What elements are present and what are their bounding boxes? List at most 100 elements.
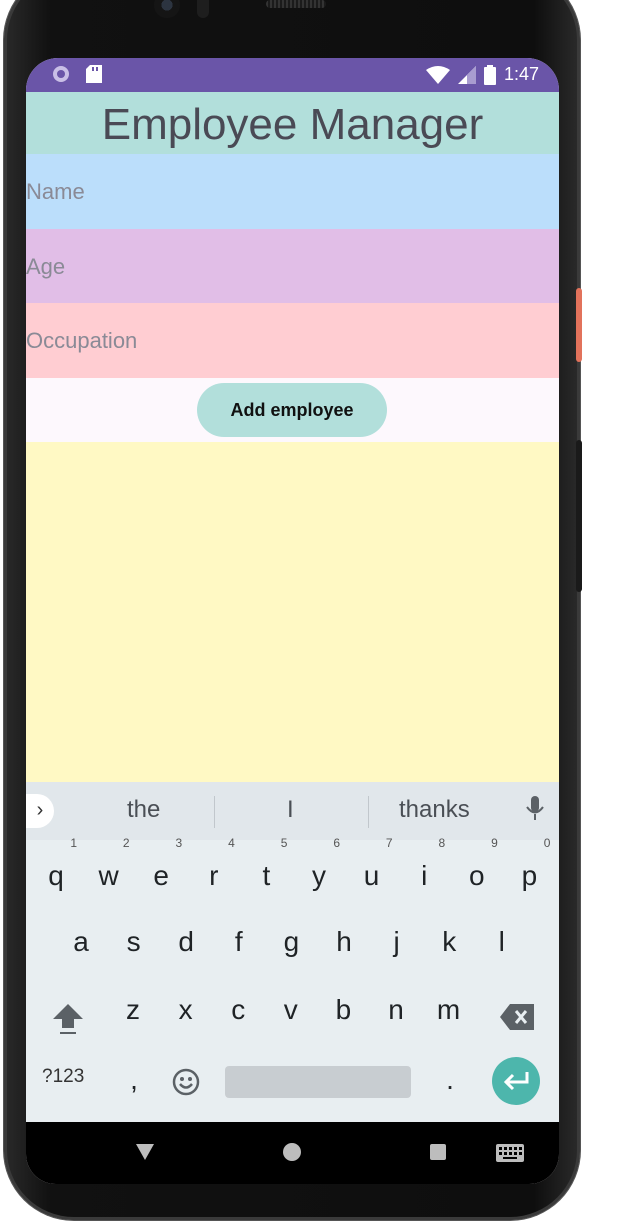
employee-list <box>26 442 559 782</box>
space-key[interactable] <box>225 1066 411 1098</box>
key-hint: 3 <box>175 836 183 850</box>
key-label: u <box>363 860 380 891</box>
microphone-icon[interactable] <box>525 796 545 822</box>
key-label: s <box>126 926 141 957</box>
signal-icon <box>457 65 476 84</box>
key-y[interactable]: y6 <box>296 836 342 904</box>
key-f[interactable]: f <box>216 914 262 970</box>
key-hint: 2 <box>122 836 130 850</box>
key-label: a <box>73 926 89 957</box>
status-bar: 1:47 <box>26 58 559 92</box>
key-label: j <box>393 926 400 957</box>
comma-key[interactable]: , <box>111 1052 157 1108</box>
key-label: f <box>234 926 243 957</box>
key-label: x <box>178 994 193 1025</box>
key-v[interactable]: v <box>268 982 314 1038</box>
key-label: v <box>283 994 298 1025</box>
key-label: m <box>436 994 461 1025</box>
suggestion-3[interactable]: thanks <box>399 796 470 824</box>
period-key[interactable]: . <box>427 1052 473 1108</box>
key-b[interactable]: b <box>320 982 366 1038</box>
clock: 1:47 <box>503 64 539 84</box>
key-i[interactable]: i8 <box>401 836 447 904</box>
symbols-key[interactable]: ?123 <box>42 1066 84 1088</box>
key-label: g <box>283 926 300 957</box>
earpiece-speaker <box>266 0 326 8</box>
sd-card-icon <box>86 65 102 83</box>
key-label: o <box>469 860 485 891</box>
button-strip: Add employee <box>26 378 559 442</box>
key-z[interactable]: z <box>110 982 156 1038</box>
key-k[interactable]: k <box>426 914 472 970</box>
key-p[interactable]: p0 <box>506 836 552 904</box>
suggestion-1[interactable]: the <box>127 796 160 824</box>
shift-icon[interactable] <box>52 1002 84 1036</box>
suggestion-2[interactable]: I <box>287 796 294 824</box>
key-hint: 1 <box>70 836 77 850</box>
key-label: y <box>312 860 326 891</box>
key-c[interactable]: c <box>215 982 261 1038</box>
back-icon[interactable] <box>136 1144 154 1160</box>
key-label: h <box>336 926 352 957</box>
age-input[interactable] <box>26 229 559 304</box>
key-u[interactable]: u7 <box>349 836 395 904</box>
key-label: p <box>521 860 538 891</box>
key-d[interactable]: d <box>163 914 209 970</box>
key-label: e <box>153 860 169 891</box>
key-m[interactable]: m <box>426 982 472 1038</box>
expand-toolbar-button[interactable]: › <box>26 794 54 828</box>
key-label: r <box>209 860 219 891</box>
key-g[interactable]: g <box>268 914 314 970</box>
key-hint: 4 <box>228 836 235 850</box>
backspace-icon[interactable] <box>500 1004 534 1030</box>
key-t[interactable]: t5 <box>243 836 289 904</box>
occupation-field-container <box>26 303 559 378</box>
suggestion-divider <box>368 796 369 828</box>
key-label: b <box>335 994 352 1025</box>
front-camera <box>154 0 180 18</box>
enter-key[interactable] <box>492 1057 540 1105</box>
key-hint: 9 <box>491 836 498 850</box>
name-input[interactable] <box>26 154 559 229</box>
enter-icon <box>503 1072 529 1091</box>
key-label: i <box>421 860 428 891</box>
navigation-bar <box>26 1122 559 1184</box>
key-label: l <box>498 926 505 957</box>
key-hint: 0 <box>543 836 551 850</box>
key-x[interactable]: x <box>163 982 209 1038</box>
proximity-sensor <box>197 0 209 18</box>
key-label: c <box>231 994 246 1025</box>
key-s[interactable]: s <box>111 914 157 970</box>
key-q[interactable]: q1 <box>33 836 79 904</box>
suggestion-strip: › the I thanks <box>26 782 559 840</box>
home-icon[interactable] <box>283 1143 301 1161</box>
key-hint: 8 <box>438 836 446 850</box>
key-label: n <box>388 994 404 1025</box>
add-employee-button[interactable]: Add employee <box>197 383 387 437</box>
power-button[interactable] <box>576 288 582 362</box>
key-r[interactable]: r4 <box>191 836 237 904</box>
key-o[interactable]: o9 <box>454 836 500 904</box>
key-e[interactable]: e3 <box>138 836 184 904</box>
key-h[interactable]: h <box>321 914 367 970</box>
key-j[interactable]: j <box>374 914 420 970</box>
soft-keyboard: › the I thanks q1w2e3r4t5y6u7i8o9p0 asdf… <box>26 782 559 1122</box>
app-title: Employee Manager <box>26 92 559 154</box>
emoji-icon[interactable] <box>172 1068 200 1096</box>
sync-icon <box>53 66 69 82</box>
key-a[interactable]: a <box>58 914 104 970</box>
key-hint: 6 <box>333 836 340 850</box>
key-label: k <box>442 926 457 957</box>
key-label: w <box>98 860 119 891</box>
key-label: q <box>48 860 64 891</box>
key-hint: 7 <box>385 836 393 850</box>
keyboard-switch-icon[interactable] <box>496 1144 524 1162</box>
recents-icon[interactable] <box>430 1144 446 1160</box>
key-l[interactable]: l <box>479 914 525 970</box>
key-w[interactable]: w2 <box>86 836 132 904</box>
battery-icon <box>483 64 496 85</box>
occupation-input[interactable] <box>26 303 559 378</box>
key-n[interactable]: n <box>373 982 419 1038</box>
volume-button[interactable] <box>576 440 582 592</box>
key-label: z <box>126 994 140 1025</box>
